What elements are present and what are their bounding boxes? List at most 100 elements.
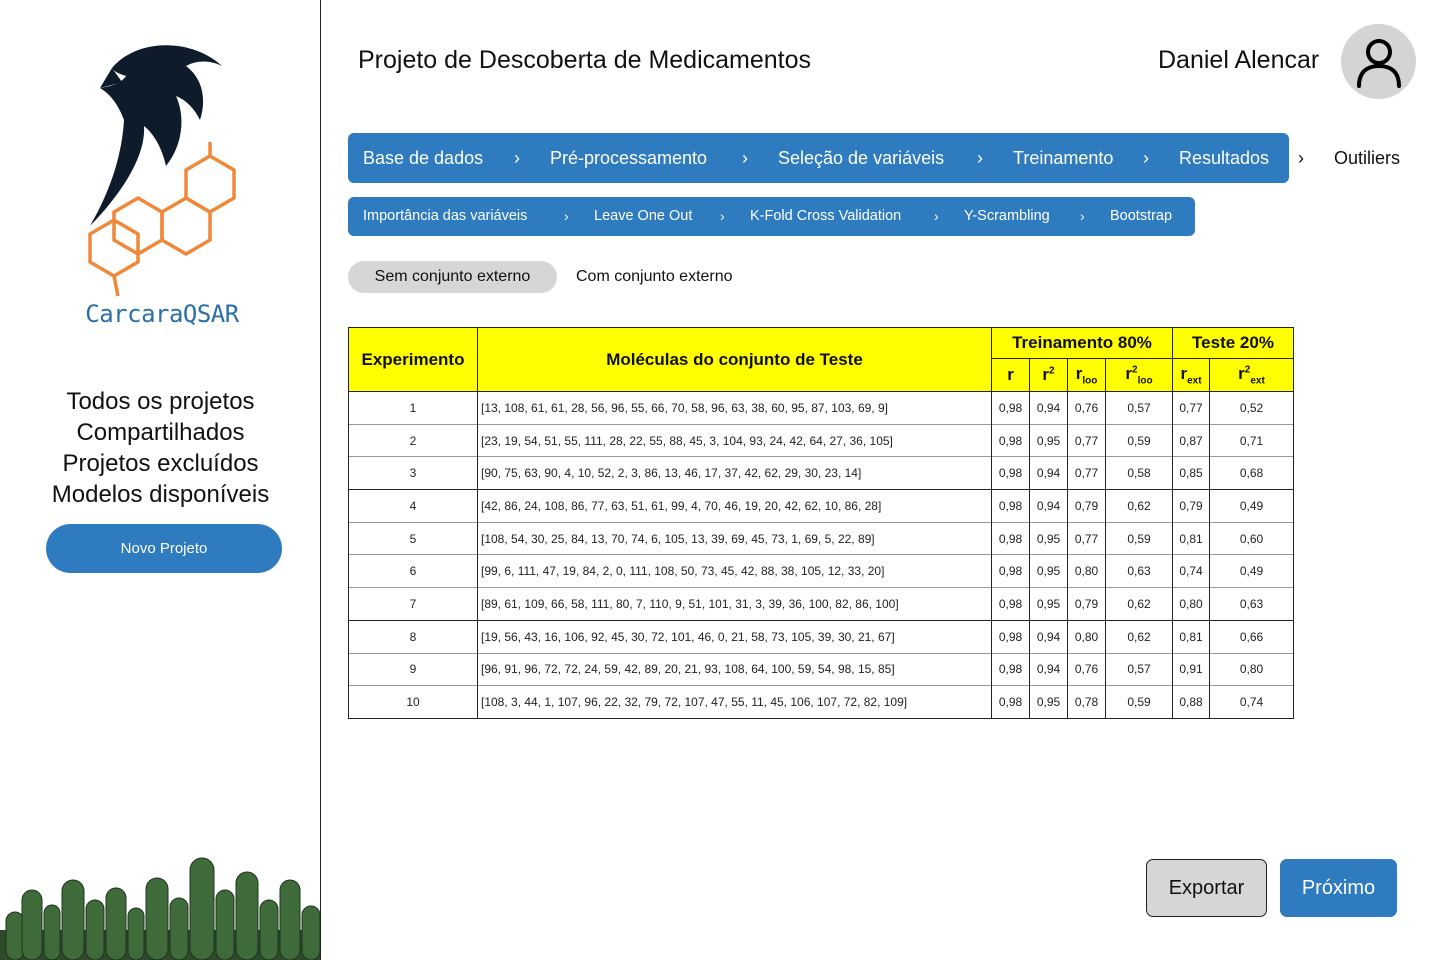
next-button[interactable]: Próximo: [1280, 859, 1397, 917]
cell-exp: 9: [348, 652, 478, 686]
cell-mol: [42, 86, 24, 108, 86, 77, 63, 51, 61, 99…: [477, 489, 992, 523]
cell-exp: 5: [348, 521, 478, 555]
breadcrumb-treinamento[interactable]: Treinamento: [1013, 133, 1113, 183]
cell-rloo: 0,80: [1067, 554, 1106, 588]
cell-rext: 0,77: [1172, 391, 1210, 425]
hawk-hexagon-logo-icon: [88, 45, 236, 297]
chevron-right-icon: ›: [1143, 148, 1149, 168]
toggle-sem-conjunto-externo[interactable]: Sem conjunto externo: [348, 261, 557, 293]
cell-exp: 1: [348, 391, 478, 425]
table-row: 5 [108, 54, 30, 25, 84, 13, 70, 74, 6, 10…: [348, 521, 1294, 555]
header-experimento: Experimento: [348, 327, 478, 392]
cell-r2: 0,95: [1029, 521, 1068, 555]
chevron-right-icon: ›: [514, 148, 520, 168]
cell-r2: 0,95: [1029, 554, 1068, 588]
cell-r2ext: 0,49: [1209, 489, 1294, 523]
cell-rloo: 0,79: [1067, 489, 1106, 523]
sidebar-nav: Todos os projetos Compartilhados Projeto…: [0, 386, 320, 510]
table-row: 4 [42, 86, 24, 108, 86, 77, 63, 51, 61, 9…: [348, 489, 1294, 523]
subnav-leave-one-out[interactable]: Leave One Out: [594, 197, 692, 236]
cell-r: 0,98: [991, 554, 1030, 588]
cell-r2: 0,95: [1029, 423, 1068, 457]
cell-r: 0,98: [991, 391, 1030, 425]
cell-r2: 0,94: [1029, 652, 1068, 686]
chevron-right-icon: ›: [977, 148, 983, 168]
cell-rloo: 0,77: [1067, 423, 1106, 457]
cell-r: 0,98: [991, 423, 1030, 457]
cell-r: 0,98: [991, 521, 1030, 555]
breadcrumb-selecao-de-variaveis[interactable]: Seleção de variáveis: [778, 133, 944, 183]
cell-rext: 0,91: [1172, 652, 1210, 686]
cell-mol: [19, 56, 43, 16, 106, 92, 45, 30, 72, 10…: [477, 619, 992, 653]
chevron-right-icon: ›: [720, 208, 725, 224]
cell-r2loo: 0,59: [1105, 521, 1173, 555]
cell-rloo: 0,77: [1067, 456, 1106, 490]
cell-r2ext: 0,49: [1209, 554, 1294, 588]
cell-rloo: 0,77: [1067, 521, 1106, 555]
cell-r: 0,98: [991, 652, 1030, 686]
cell-r2loo: 0,58: [1105, 456, 1173, 490]
cell-rloo: 0,78: [1067, 685, 1106, 719]
subnav-bootstrap[interactable]: Bootstrap: [1110, 197, 1172, 236]
chevron-right-icon: ›: [742, 148, 748, 168]
results-table: Experimento Moléculas do conjunto de Tes…: [348, 327, 1294, 719]
cell-mol: [99, 6, 111, 47, 19, 84, 2, 0, 111, 108,…: [477, 554, 992, 588]
cell-r2ext: 0,60: [1209, 521, 1294, 555]
export-button[interactable]: Exportar: [1146, 859, 1267, 917]
cell-rloo: 0,79: [1067, 587, 1106, 621]
table-row: 6 [99, 6, 111, 47, 19, 84, 2, 0, 111, 108…: [348, 554, 1294, 588]
cell-r2loo: 0,59: [1105, 685, 1173, 719]
cell-r2loo: 0,59: [1105, 423, 1173, 457]
header-r2: r2: [1029, 358, 1068, 392]
cell-r2: 0,95: [1029, 685, 1068, 719]
sidebar-item-todos-os-projetos[interactable]: Todos os projetos: [0, 386, 320, 417]
logo-text: CarcaraQSAR: [85, 300, 239, 328]
subnav-importancia-das-variaveis[interactable]: Importância das variáveis: [363, 197, 527, 236]
cell-r2loo: 0,62: [1105, 587, 1173, 621]
table-row: 2 [23, 19, 54, 51, 55, 111, 28, 22, 55, 8…: [348, 423, 1294, 457]
chevron-right-icon: ›: [934, 208, 939, 224]
toggle-com-conjunto-externo[interactable]: Com conjunto externo: [576, 261, 733, 293]
cell-exp: 10: [348, 685, 478, 719]
table-row: 7 [89, 61, 109, 66, 58, 111, 80, 7, 110, …: [348, 587, 1294, 621]
table-row: 8 [19, 56, 43, 16, 106, 92, 45, 30, 72, 1…: [348, 619, 1294, 653]
header-r: r: [991, 358, 1030, 392]
avatar[interactable]: [1341, 24, 1416, 99]
subnav-y-scrambling[interactable]: Y-Scrambling: [964, 197, 1050, 236]
cell-exp: 2: [348, 423, 478, 457]
header-r2loo: r2loo: [1105, 358, 1173, 392]
breadcrumb-pre-processamento[interactable]: Pré-processamento: [550, 133, 707, 183]
breadcrumb-base-de-dados[interactable]: Base de dados: [363, 133, 483, 183]
cell-r: 0,98: [991, 489, 1030, 523]
cell-r2: 0,94: [1029, 619, 1068, 653]
subnav-k-fold-cross-validation[interactable]: K-Fold Cross Validation: [750, 197, 901, 236]
cell-r: 0,98: [991, 619, 1030, 653]
cell-mol: [108, 3, 44, 1, 107, 96, 22, 32, 79, 72,…: [477, 685, 992, 719]
sidebar-item-modelos-disponiveis[interactable]: Modelos disponíveis: [0, 479, 320, 510]
cell-r2loo: 0,57: [1105, 391, 1173, 425]
sidebar-item-compartilhados[interactable]: Compartilhados: [0, 417, 320, 448]
cell-r2ext: 0,68: [1209, 456, 1294, 490]
cactus-decoration-image: [0, 857, 320, 960]
breadcrumb-resultados[interactable]: Resultados: [1179, 133, 1269, 183]
cell-rext: 0,87: [1172, 423, 1210, 457]
table-row: 10 [108, 3, 44, 1, 107, 96, 22, 32, 79, 7…: [348, 685, 1294, 719]
header-r2ext: r2ext: [1209, 358, 1294, 392]
header-rext: rext: [1172, 358, 1210, 392]
user-name: Daniel Alencar: [1158, 46, 1320, 74]
header-treinamento: Treinamento 80%: [991, 327, 1173, 359]
breadcrumb-outiliers[interactable]: Outiliers: [1334, 133, 1400, 183]
cell-r2ext: 0,74: [1209, 685, 1294, 719]
chevron-right-icon: ›: [564, 208, 569, 224]
chevron-right-icon: ›: [1080, 208, 1085, 224]
cell-mol: [89, 61, 109, 66, 58, 111, 80, 7, 110, 9…: [477, 587, 992, 621]
cell-r2: 0,94: [1029, 391, 1068, 425]
table-row: 1 [13, 108, 61, 61, 28, 56, 96, 55, 66, 7…: [348, 391, 1294, 425]
table-row: 3 [90, 75, 63, 90, 4, 10, 52, 2, 3, 86, 1…: [348, 456, 1294, 490]
sidebar-item-projetos-excluidos[interactable]: Projetos excluídos: [0, 448, 320, 479]
new-project-button[interactable]: Novo Projeto: [46, 524, 282, 573]
cell-mol: [13, 108, 61, 61, 28, 56, 96, 55, 66, 70…: [477, 391, 992, 425]
sidebar: CarcaraQSAR Todos os projetos Compartilh…: [0, 0, 321, 960]
cell-rext: 0,74: [1172, 554, 1210, 588]
cell-rext: 0,80: [1172, 587, 1210, 621]
